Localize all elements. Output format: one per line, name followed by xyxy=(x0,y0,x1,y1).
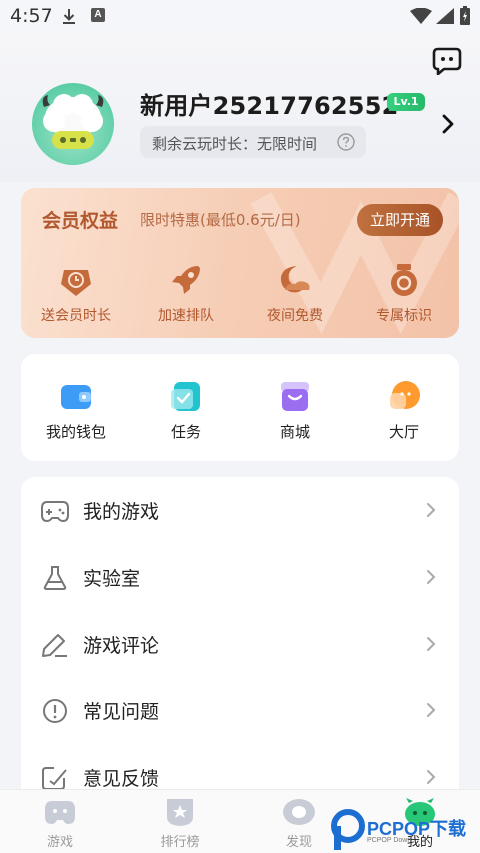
tab-games[interactable]: 游戏 xyxy=(20,795,100,850)
moon-icon xyxy=(280,266,310,293)
wallet-label: 我的钱包 xyxy=(45,423,106,441)
vip-promo-text: 限时特惠(最低0.6元/日) xyxy=(140,211,301,229)
profile-chevron-right-icon[interactable] xyxy=(441,113,455,135)
medal-icon xyxy=(391,264,417,296)
menu-item-game-reviews[interactable]: 游戏评论 xyxy=(21,611,459,677)
download-icon xyxy=(63,9,75,24)
chevron-right-icon xyxy=(427,503,436,517)
chevron-right-icon xyxy=(427,703,436,717)
ranking-tab-icon xyxy=(167,799,193,826)
pcpop-logo-icon xyxy=(331,809,365,850)
app-notification-icon: A xyxy=(91,8,105,22)
menu-item-label: 常见问题 xyxy=(83,701,160,723)
remaining-time-text: 剩余云玩时长：无限时间 xyxy=(152,135,318,153)
chat-icon xyxy=(390,381,420,409)
pen-icon xyxy=(42,634,67,657)
menu-item-label: 意见反馈 xyxy=(83,768,160,790)
task-button[interactable]: 任务 xyxy=(141,375,231,450)
watermark-sub: PCPOP Down xyxy=(367,837,412,844)
task-icon xyxy=(171,382,200,411)
menu-item-my-games[interactable]: 我的游戏 xyxy=(21,477,459,543)
lobby-label: 大厅 xyxy=(388,423,419,441)
tab-label: 发现 xyxy=(285,835,312,850)
store-label: 商城 xyxy=(279,423,310,441)
vip-subscribe-button[interactable]: 立即开通 xyxy=(357,204,443,236)
chevron-right-icon xyxy=(427,637,436,651)
wallet-icon xyxy=(61,385,91,409)
discover-tab-icon xyxy=(283,799,315,825)
question-icon[interactable] xyxy=(337,133,355,151)
wallet-button[interactable]: 我的钱包 xyxy=(31,375,121,450)
menu-item-faq[interactable]: 常见问题 xyxy=(21,677,459,743)
clock-icon xyxy=(61,270,91,296)
avatar-cloud-character-icon xyxy=(42,94,104,149)
menu-item-label: 我的游戏 xyxy=(83,501,160,523)
lobby-button[interactable]: 大厅 xyxy=(359,375,449,450)
battery-icon xyxy=(460,6,470,25)
level-badge: Lv.1 xyxy=(387,93,425,111)
task-label: 任务 xyxy=(170,423,201,441)
tab-discover[interactable]: 发现 xyxy=(259,795,339,850)
tab-label: 游戏 xyxy=(46,835,73,850)
username: 新用户25217762552 xyxy=(140,92,399,120)
status-time: 4:57 xyxy=(10,5,53,27)
vip-benefit-label: 送会员时长 xyxy=(41,308,111,324)
chevron-right-icon xyxy=(427,570,436,584)
vip-benefit-label: 加速排队 xyxy=(158,308,214,324)
signal-icon xyxy=(436,8,454,24)
rocket-icon xyxy=(172,266,200,294)
vip-title: 会员权益 xyxy=(42,210,119,232)
menu-item-label: 游戏评论 xyxy=(83,635,160,657)
gamepad-icon xyxy=(41,501,69,523)
vip-benefit-label: 专属标识 xyxy=(376,308,432,324)
chevron-right-icon xyxy=(427,770,436,784)
message-icon[interactable] xyxy=(432,47,462,75)
game-tab-icon xyxy=(45,801,75,824)
vip-benefit-label: 夜间免费 xyxy=(267,308,323,324)
tab-label: 排行榜 xyxy=(160,835,200,850)
info-icon xyxy=(43,699,67,723)
tab-ranking[interactable]: 排行榜 xyxy=(140,795,220,850)
menu-item-lab[interactable]: 实验室 xyxy=(21,544,459,610)
wifi-icon xyxy=(410,8,432,24)
feedback-icon xyxy=(42,767,67,790)
menu-item-label: 实验室 xyxy=(83,568,141,590)
store-button[interactable]: 商城 xyxy=(250,375,340,450)
flask-icon xyxy=(43,566,67,590)
avatar[interactable] xyxy=(32,83,114,165)
store-icon xyxy=(281,382,309,411)
